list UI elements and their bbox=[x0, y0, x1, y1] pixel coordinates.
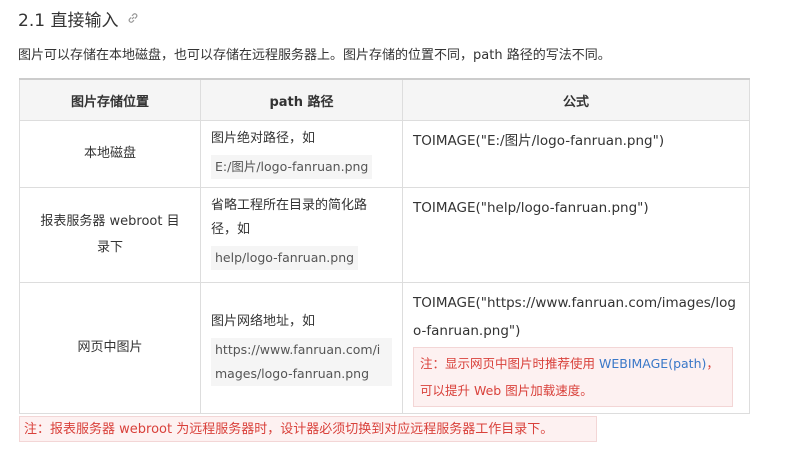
table-row: 网页中图片 图片网络地址，如 https://www.fanruan.com/i… bbox=[19, 282, 750, 414]
path-code: E:/图片/logo-fanruan.png bbox=[211, 155, 373, 179]
location-cell: 本地磁盘 bbox=[19, 120, 201, 188]
location-cell: 网页中图片 bbox=[19, 282, 201, 414]
path-code: help/logo-fanruan.png bbox=[211, 246, 359, 270]
header-path: path 路径 bbox=[200, 78, 403, 121]
link-icon[interactable] bbox=[126, 11, 140, 25]
header-location: 图片存储位置 bbox=[19, 78, 201, 121]
formula-text: TOIMAGE("https://www.fanruan.com/images/… bbox=[413, 295, 736, 339]
formula-cell: TOIMAGE("https://www.fanruan.com/images/… bbox=[402, 282, 750, 414]
intro-paragraph: 图片可以存储在本地磁盘，也可以存储在远程服务器上。图片存储的位置不同，path … bbox=[18, 48, 611, 63]
table-row: 报表服务器 webroot 目录下 省略工程所在目录的简化路径，如 help/l… bbox=[19, 187, 750, 283]
formula-cell: TOIMAGE("E:/图片/logo-fanruan.png") bbox=[402, 120, 750, 188]
webimage-link[interactable]: WEBIMAGE(path) bbox=[599, 356, 706, 371]
path-description: 省略工程所在目录的简化路径，如 bbox=[211, 198, 368, 237]
section-heading: 2.1 直接输入 bbox=[18, 6, 140, 31]
table-row: 本地磁盘 图片绝对路径，如 E:/图片/logo-fanruan.png TOI… bbox=[19, 120, 750, 188]
location-cell: 报表服务器 webroot 目录下 bbox=[19, 187, 201, 283]
formula-cell: TOIMAGE("help/logo-fanruan.png") bbox=[402, 187, 750, 283]
header-formula: 公式 bbox=[402, 78, 750, 121]
path-code: https://www.fanruan.com/images/logo-fanr… bbox=[211, 337, 392, 386]
inline-note: 注：显示网页中图片时推荐使用 WEBIMAGE(path)，可以提升 Web 图… bbox=[413, 347, 733, 407]
path-cell: 图片网络地址，如 https://www.fanruan.com/images/… bbox=[200, 282, 403, 414]
inline-note-prefix: 注：显示网页中图片时推荐使用 bbox=[420, 356, 599, 371]
path-description: 图片绝对路径，如 bbox=[211, 131, 316, 146]
path-cell: 图片绝对路径，如 E:/图片/logo-fanruan.png bbox=[200, 120, 403, 188]
section-title: 2.1 直接输入 bbox=[18, 10, 119, 31]
table-header-row: 图片存储位置 path 路径 公式 bbox=[19, 78, 750, 121]
path-cell: 省略工程所在目录的简化路径，如 help/logo-fanruan.png bbox=[200, 187, 403, 283]
bottom-note: 注：报表服务器 webroot 为远程服务器时，设计器必须切换到对应远程服务器工… bbox=[19, 416, 597, 442]
storage-table: 图片存储位置 path 路径 公式 本地磁盘 图片绝对路径，如 E:/图片/lo… bbox=[19, 78, 750, 414]
path-description: 图片网络地址，如 bbox=[211, 313, 316, 329]
